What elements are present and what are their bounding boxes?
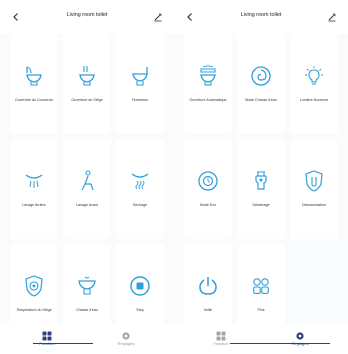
active-tab-indicator: [33, 343, 93, 344]
tile-close[interactable]: Fermeture: [116, 34, 164, 134]
tab-function[interactable]: Fonction: [191, 328, 251, 352]
tab-settings[interactable]: Réglages: [270, 328, 330, 352]
tile-lid-open[interactable]: Ouverture du Couvercle: [10, 34, 58, 134]
tile-label: Lavage Avant: [65, 203, 109, 208]
tile-label: Plus: [239, 308, 283, 313]
tile-rear-wash[interactable]: Lavage Arrière: [10, 139, 58, 239]
descaling-icon: [249, 169, 273, 193]
tile-label: Mode Chasse d'eau: [239, 98, 283, 103]
tab-label: Réglages: [96, 341, 156, 346]
front-wash-icon: [75, 169, 99, 193]
stop-icon: [128, 274, 152, 298]
flush-mode-icon: [249, 64, 273, 88]
flush-icon: [75, 274, 99, 298]
tile-deodorization[interactable]: Désodorisation: [290, 139, 338, 239]
tile-label: Stop: [118, 308, 162, 313]
toilet-seat-open-icon: [75, 64, 99, 88]
page-title: Living room toilet: [0, 12, 174, 18]
function-screen: Living room toilet Ouverture du Couvercl…: [0, 0, 174, 354]
function-grid-icon: [216, 328, 226, 338]
tile-label: Ouverture Automatique: [186, 98, 230, 103]
tile-label: Ouverture du Siège: [65, 98, 109, 103]
deodorization-icon: [302, 169, 326, 193]
tile-label: Fermeture: [118, 98, 162, 103]
tile-front-wash[interactable]: Lavage Avant: [63, 139, 111, 239]
seat-temperature-icon: [22, 274, 46, 298]
toilet-lid-open-icon: [22, 64, 46, 88]
tile-label: Désodorisation: [292, 203, 336, 208]
power-icon: [196, 274, 220, 298]
tile-flush-mode[interactable]: Mode Chasse d'eau: [237, 34, 285, 134]
dryer-icon: [128, 169, 152, 193]
tile-label: Chasse d'eau: [65, 308, 109, 313]
tile-label: Lavage Arrière: [12, 203, 56, 208]
eco-mode-icon: [196, 169, 220, 193]
tile-label: Mode Eco: [186, 203, 230, 208]
active-tab-indicator: [230, 343, 330, 344]
header-bar: Living room toilet: [174, 0, 348, 34]
settings-gear-icon: [295, 328, 305, 338]
tile-label: Séchage: [118, 203, 162, 208]
bottom-tab-bar: Fonction Réglages: [0, 324, 174, 354]
tile-label: Détartrage: [239, 203, 283, 208]
tab-function[interactable]: Fonction: [17, 328, 77, 352]
tile-label: Ouverture du Couvercle: [12, 98, 56, 103]
tile-label: Température du Siège: [12, 308, 56, 313]
pencil-icon[interactable]: [326, 10, 338, 22]
more-icon: [249, 274, 273, 298]
tile-eco-mode[interactable]: Mode Eco: [184, 139, 232, 239]
settings-gear-icon: [121, 328, 131, 338]
tile-label: Veille: [186, 308, 230, 313]
tile-dryer[interactable]: Séchage: [116, 139, 164, 239]
settings-screen: Living room toilet Ouverture Automatique…: [174, 0, 348, 354]
bottom-tab-bar: Fonction Réglages: [174, 324, 348, 354]
toilet-close-icon: [128, 64, 152, 88]
tile-descaling[interactable]: Détartrage: [237, 139, 285, 239]
header-bar: Living room toilet: [0, 0, 174, 34]
tile-night-light[interactable]: Lumière Nocturne: [290, 34, 338, 134]
tile-seat-open[interactable]: Ouverture du Siège: [63, 34, 111, 134]
rear-wash-icon: [22, 169, 46, 193]
tile-auto-open[interactable]: Ouverture Automatique: [184, 34, 232, 134]
auto-open-icon: [196, 64, 220, 88]
tab-settings[interactable]: Réglages: [96, 328, 156, 352]
tile-label: Lumière Nocturne: [292, 98, 336, 103]
page-title: Living room toilet: [174, 12, 348, 18]
function-grid-icon: [42, 328, 52, 338]
night-light-icon: [302, 64, 326, 88]
pencil-icon[interactable]: [152, 10, 164, 22]
